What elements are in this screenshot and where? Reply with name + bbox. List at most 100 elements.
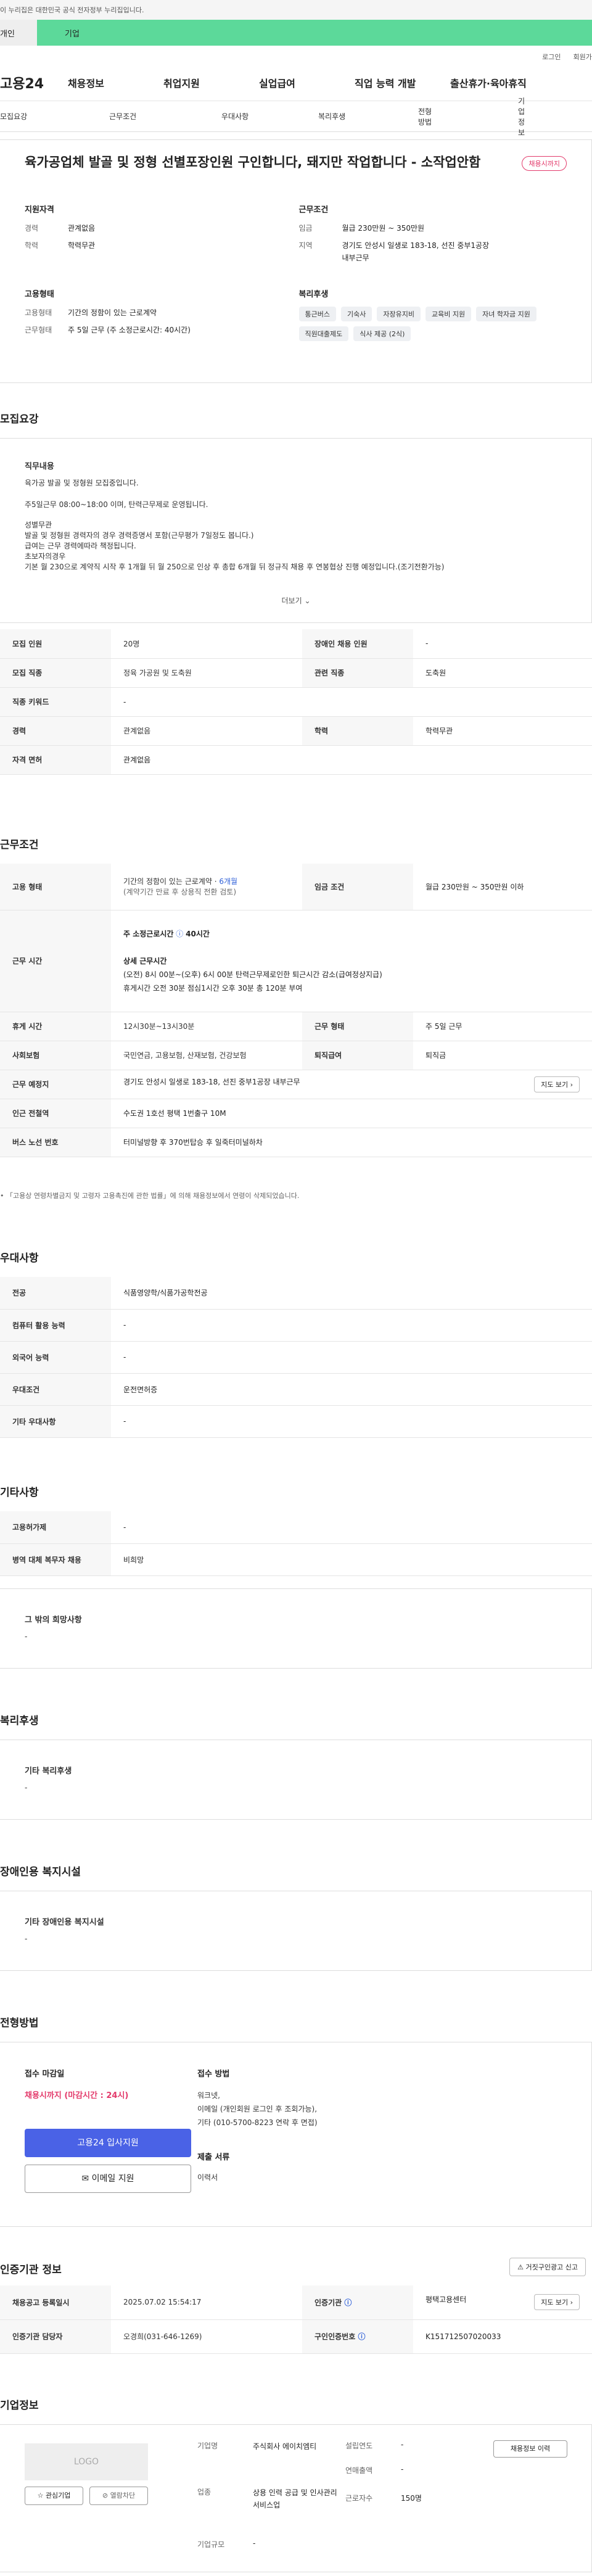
method-line: 이메일 (개인회원 로그인 후 조회가능),: [197, 2105, 318, 2113]
founded-label: 설립연도: [345, 2442, 373, 2450]
cell-value: 12시30분~13시30분: [111, 1012, 302, 1041]
sub-tab-apply[interactable]: 전형방법: [350, 106, 438, 127]
welfare-chip: 기숙사: [340, 307, 372, 321]
sub-tab-pref[interactable]: 우대사항: [175, 111, 263, 122]
cell-label: 모집 인원: [0, 629, 111, 659]
etc-other-heading: 그 밖의 희망사항: [25, 1616, 82, 1625]
cell-value: 퇴직금: [413, 1041, 592, 1070]
kv-value: 학력무관: [68, 241, 96, 250]
cond-heading: 근무조건: [298, 205, 329, 215]
table-row: 인증기관 담당자 오경희(031-646-1269) 구인인증번호 ⓘ K151712…: [0, 2319, 592, 2354]
menu-jobs[interactable]: 채용정보: [68, 75, 163, 90]
method-line: 기타 (010-5700-8223 연락 후 면접): [197, 2118, 318, 2127]
job-history-button[interactable]: 채용정보 이력: [493, 2440, 567, 2458]
docs-heading: 제출 서류: [197, 2153, 230, 2162]
kv-value: 관계없음: [68, 224, 96, 233]
email-button-label: 이메일 지원: [91, 2174, 134, 2184]
report-button[interactable]: ⚠ 거짓구인광고 신고: [509, 2258, 586, 2276]
work-table: 고용 형태 기간의 정함이 있는 근로계약 · 6개월 (계약기간 만료 후 상용…: [0, 864, 592, 1157]
cell-value: -: [111, 1341, 592, 1374]
cell-value: -: [111, 1511, 592, 1544]
cell-value: 국민연금, 고용보험, 산재보험, 건강보험: [111, 1041, 302, 1070]
cell-value: 2025.07.02 15:54:17: [111, 2285, 302, 2320]
more-button[interactable]: 더보기 ⌄: [0, 595, 592, 606]
cell-value: 평택고용센터 지도 보기 ›: [413, 2285, 592, 2320]
section-title-work: 근무조건: [0, 839, 39, 851]
table-row: 우대조건 운전면허증: [0, 1373, 592, 1406]
info-icon[interactable]: ⓘ: [358, 2332, 365, 2341]
cell-label: 근무 시간: [0, 910, 111, 1012]
welfare-chip: 자장유지비: [377, 307, 421, 321]
apply-box: 접수 마감일 채용시까지 (마감시간 : 24시) 고용24 입사지원 ✉ 이메…: [0, 2042, 592, 2227]
chevron-right-icon: ›: [570, 1080, 573, 1089]
menu-parental-leave[interactable]: 출산휴가·육아휴직: [450, 75, 546, 90]
age-note: • 「고용상 연령차별금지 및 고령자 고용촉진에 관한 법률」에 의해 채용정…: [0, 1192, 300, 1200]
detail-line: 초보자의경우: [25, 552, 66, 561]
emp-period: 6개월: [219, 877, 238, 886]
cell-label: 임금 조건: [302, 864, 413, 910]
emp-note: (계약기간 만료 후 상용직 전환 검토): [123, 888, 236, 897]
cell-value: 정육 가공원 및 도축원: [111, 658, 302, 688]
sub-tab-work[interactable]: 근무조건: [88, 111, 175, 122]
sub-tab-company[interactable]: 기업정보: [438, 96, 525, 138]
deadline-heading: 접수 마감일: [25, 2070, 65, 2079]
section-title-disability: 장애인용 복지시설: [0, 1866, 81, 1878]
info-icon[interactable]: ⓘ: [344, 2298, 352, 2307]
table-row: 직종 키워드 -: [0, 687, 592, 717]
welfare-chip: 식사 제공 (2식): [353, 326, 411, 341]
star-icon: ☆: [37, 2491, 44, 2500]
menu-training[interactable]: 직업 능력 개발: [355, 75, 450, 90]
cell-value: -: [111, 1405, 592, 1438]
industry-value: 상용 인력 공급 및 인사관리 서비스업: [253, 2488, 337, 2509]
detail-line: 성별무관: [25, 521, 52, 529]
summary-card: 육가공업체 발골 및 정형 선별포장인원 구인합니다, 돼지만 작업합니다 - …: [0, 139, 592, 383]
email-apply-button[interactable]: ✉ 이메일 지원: [25, 2165, 191, 2193]
place-value: 경기도 안성시 일생로 183-18, 선진 중부1공장 내부근무: [123, 1077, 300, 1086]
detail-heading: 직무내용: [25, 462, 54, 471]
mail-icon: ✉: [81, 2174, 89, 2184]
sub-tab-welfare[interactable]: 복리후생: [263, 111, 350, 122]
table-row: 고용 형태 기간의 정함이 있는 근로계약 · 6개월 (계약기간 만료 후 상용…: [0, 864, 592, 910]
sub-tab-recruit[interactable]: 모집요강: [0, 111, 88, 122]
chevron-down-icon: ⌄: [304, 597, 311, 605]
menu-unemployment[interactable]: 실업급여: [259, 75, 355, 90]
tab-personal[interactable]: 개인: [0, 20, 37, 46]
apply-button[interactable]: 고용24 입사지원: [25, 2129, 191, 2157]
industry-label: 업종: [197, 2488, 212, 2496]
section-title-agency: 인증기관 정보: [0, 2264, 62, 2276]
table-row: 버스 노선 번호 터미널방향 후 370번탑승 후 일죽터미널하차: [0, 1128, 592, 1157]
map-button[interactable]: 지도 보기 ›: [534, 2294, 580, 2311]
block-view-button[interactable]: ⊘ 열람차단: [89, 2487, 148, 2505]
cell-value: 도축원: [413, 658, 592, 688]
cell-label: 장애인 채용 인원: [302, 629, 413, 659]
fav-button-label: 관심기업: [45, 2491, 71, 2500]
menu-employment-support[interactable]: 취업지원: [163, 75, 259, 90]
more-label: 더보기: [281, 597, 302, 605]
kv-label: 임금: [298, 224, 313, 233]
method-line: 워크넷,: [197, 2091, 220, 2100]
map-button-label: 지도 보기: [541, 1080, 569, 1089]
kv-value: 월급 230만원 ~ 350만원: [342, 224, 425, 233]
login-link[interactable]: 로그인: [542, 52, 561, 64]
kv-label: 근무형태: [25, 326, 52, 334]
sub-tabs: 모집요강 근무조건 우대사항 복리후생 전형방법 기업정보: [0, 97, 592, 137]
map-button[interactable]: 지도 보기 ›: [534, 1076, 580, 1092]
cell-label: 인증기관 담당자: [0, 2319, 111, 2354]
etc-other-box: 그 밖의 희망사항 -: [0, 1588, 592, 1669]
deadline-value: 채용시까지 (마감시간 : 24시): [25, 2091, 129, 2100]
signup-link[interactable]: 회원가입: [574, 52, 592, 64]
logo[interactable]: 고용24: [0, 73, 68, 93]
table-row: 고용허가제 -: [0, 1511, 592, 1544]
favorite-company-button[interactable]: ☆ 관심기업: [25, 2487, 83, 2505]
recruit-table: 모집 인원 20명 장애인 채용 인원 - 모집 직종 정육 가공원 및 도축원 관련 직…: [0, 629, 592, 775]
table-row: 외국어 능력 -: [0, 1341, 592, 1374]
chevron-right-icon: ›: [570, 2298, 573, 2307]
hours-break: 휴게시간 오전 30분 점심1시간 오후 30분 총 120분 부여: [123, 983, 303, 993]
cell-value: 식품영양학/식품가공학전공: [111, 1277, 592, 1310]
tab-company[interactable]: 기업: [37, 20, 592, 46]
section-title-recruit: 모집요강: [0, 413, 39, 426]
info-icon[interactable]: ⓘ: [176, 930, 183, 938]
report-button-label: 거짓구인광고 신고: [525, 2263, 578, 2271]
hours-week-value: 40시간: [186, 929, 210, 938]
detail-line: 육가공 발골 및 정형원 모집중입니다.: [25, 479, 139, 487]
